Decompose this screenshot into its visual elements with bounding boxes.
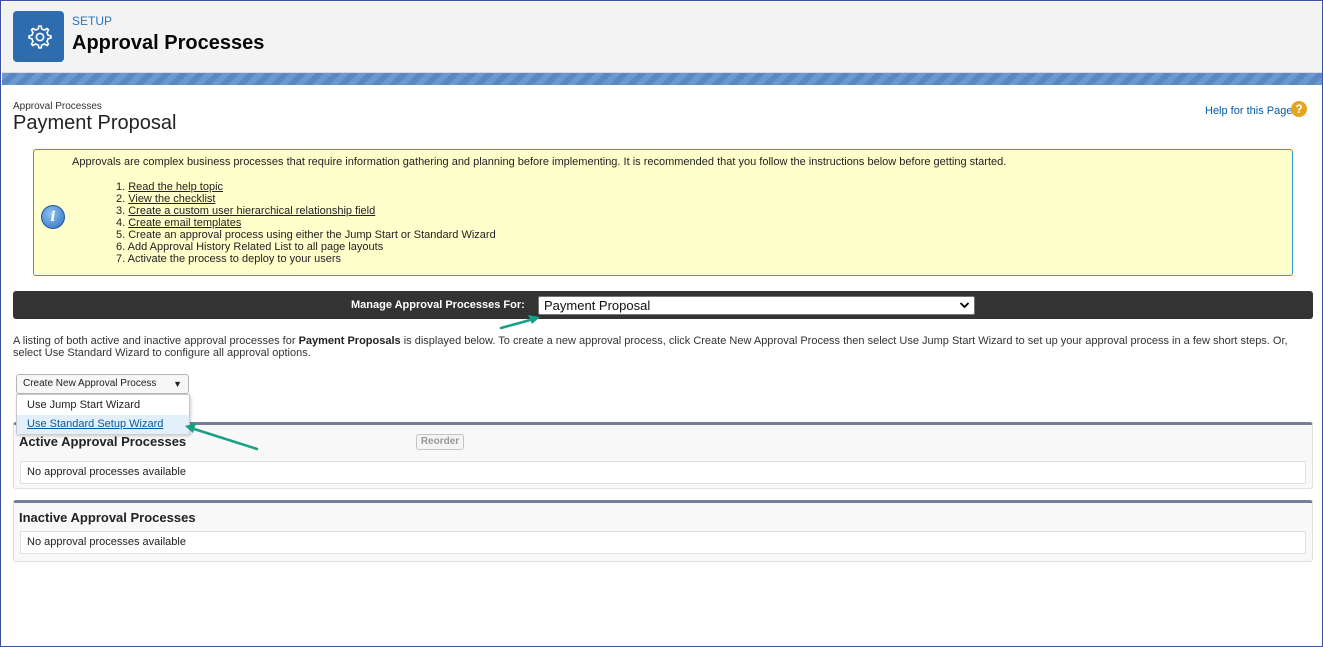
- object-select-value: Payment Proposal: [544, 298, 651, 313]
- step-number: 5.: [116, 229, 129, 241]
- step-number: 2.: [116, 193, 129, 205]
- desc-text: A listing of both active and inactive ap…: [13, 335, 299, 347]
- menu-item-standard-setup-wizard[interactable]: Use Standard Setup Wizard: [17, 415, 189, 434]
- step-number: 3.: [116, 205, 129, 217]
- create-dropdown-menu: Use Jump Start Wizard Use Standard Setup…: [16, 394, 190, 434]
- listing-description: A listing of both active and inactive ap…: [13, 335, 1318, 359]
- step-text: Create an approval process using either …: [128, 229, 496, 241]
- step-item: 4. Create email templates: [116, 217, 496, 229]
- app-frame: SETUP Approval Processes Approval Proces…: [0, 0, 1323, 647]
- info-box: i Approvals are complex business process…: [33, 149, 1293, 276]
- help-question-icon[interactable]: ?: [1291, 101, 1307, 117]
- info-intro: Approvals are complex business processes…: [72, 156, 1007, 168]
- empty-message: No approval processes available: [20, 531, 1306, 554]
- empty-message: No approval processes available: [20, 461, 1306, 484]
- manage-bar: Manage Approval Processes For: Payment P…: [13, 291, 1313, 319]
- step-text: Add Approval History Related List to all…: [127, 241, 384, 253]
- read-help-topic-link[interactable]: Read the help topic: [128, 181, 223, 193]
- header-banner: [2, 73, 1322, 85]
- step-number: 4.: [116, 217, 129, 229]
- header-title: Approval Processes: [72, 32, 265, 54]
- reorder-button[interactable]: Reorder: [416, 434, 464, 450]
- step-text: Activate the process to deploy to your u…: [127, 253, 342, 265]
- section-title: Active Approval Processes: [19, 434, 187, 449]
- create-button-label: Create New Approval Process: [23, 378, 157, 389]
- help-link[interactable]: Help for this Page: [1205, 105, 1292, 117]
- page-title: Payment Proposal: [13, 112, 177, 134]
- setup-label: SETUP: [72, 14, 113, 28]
- step-item: 6. Add Approval History Related List to …: [116, 241, 496, 253]
- step-number: 1.: [116, 181, 129, 193]
- step-item: 3. Create a custom user hierarchical rel…: [116, 205, 496, 217]
- inactive-approval-processes-section: Inactive Approval Processes No approval …: [13, 500, 1313, 562]
- gear-icon: [13, 11, 64, 62]
- create-hierarchy-field-link[interactable]: Create a custom user hierarchical relati…: [128, 205, 375, 217]
- step-item: 7. Activate the process to deploy to you…: [116, 253, 496, 265]
- step-number: 7.: [116, 253, 128, 265]
- create-new-approval-process-button[interactable]: Create New Approval Process ▼: [16, 374, 189, 394]
- section-title: Inactive Approval Processes: [19, 510, 196, 525]
- step-item: 2. View the checklist: [116, 193, 496, 205]
- object-select[interactable]: Payment Proposal: [538, 296, 975, 315]
- info-icon: i: [41, 205, 65, 229]
- step-item: 5. Create an approval process using eith…: [116, 229, 496, 241]
- step-number: 6.: [116, 241, 128, 253]
- chevron-down-icon: [959, 297, 970, 320]
- setup-header: SETUP Approval Processes: [2, 2, 1322, 73]
- caret-down-icon: ▼: [173, 379, 182, 389]
- view-checklist-link[interactable]: View the checklist: [128, 193, 215, 205]
- active-approval-processes-section: Active Approval Processes Reorder No app…: [13, 422, 1313, 489]
- create-email-templates-link[interactable]: Create email templates: [128, 217, 241, 229]
- steps-list: 1. Read the help topic 2. View the check…: [116, 181, 496, 265]
- manage-label: Manage Approval Processes For:: [351, 299, 525, 311]
- menu-item-jump-start-wizard[interactable]: Use Jump Start Wizard: [17, 396, 189, 415]
- breadcrumb[interactable]: Approval Processes: [13, 101, 102, 112]
- desc-object: Payment Proposals: [298, 335, 401, 347]
- step-item: 1. Read the help topic: [116, 181, 496, 193]
